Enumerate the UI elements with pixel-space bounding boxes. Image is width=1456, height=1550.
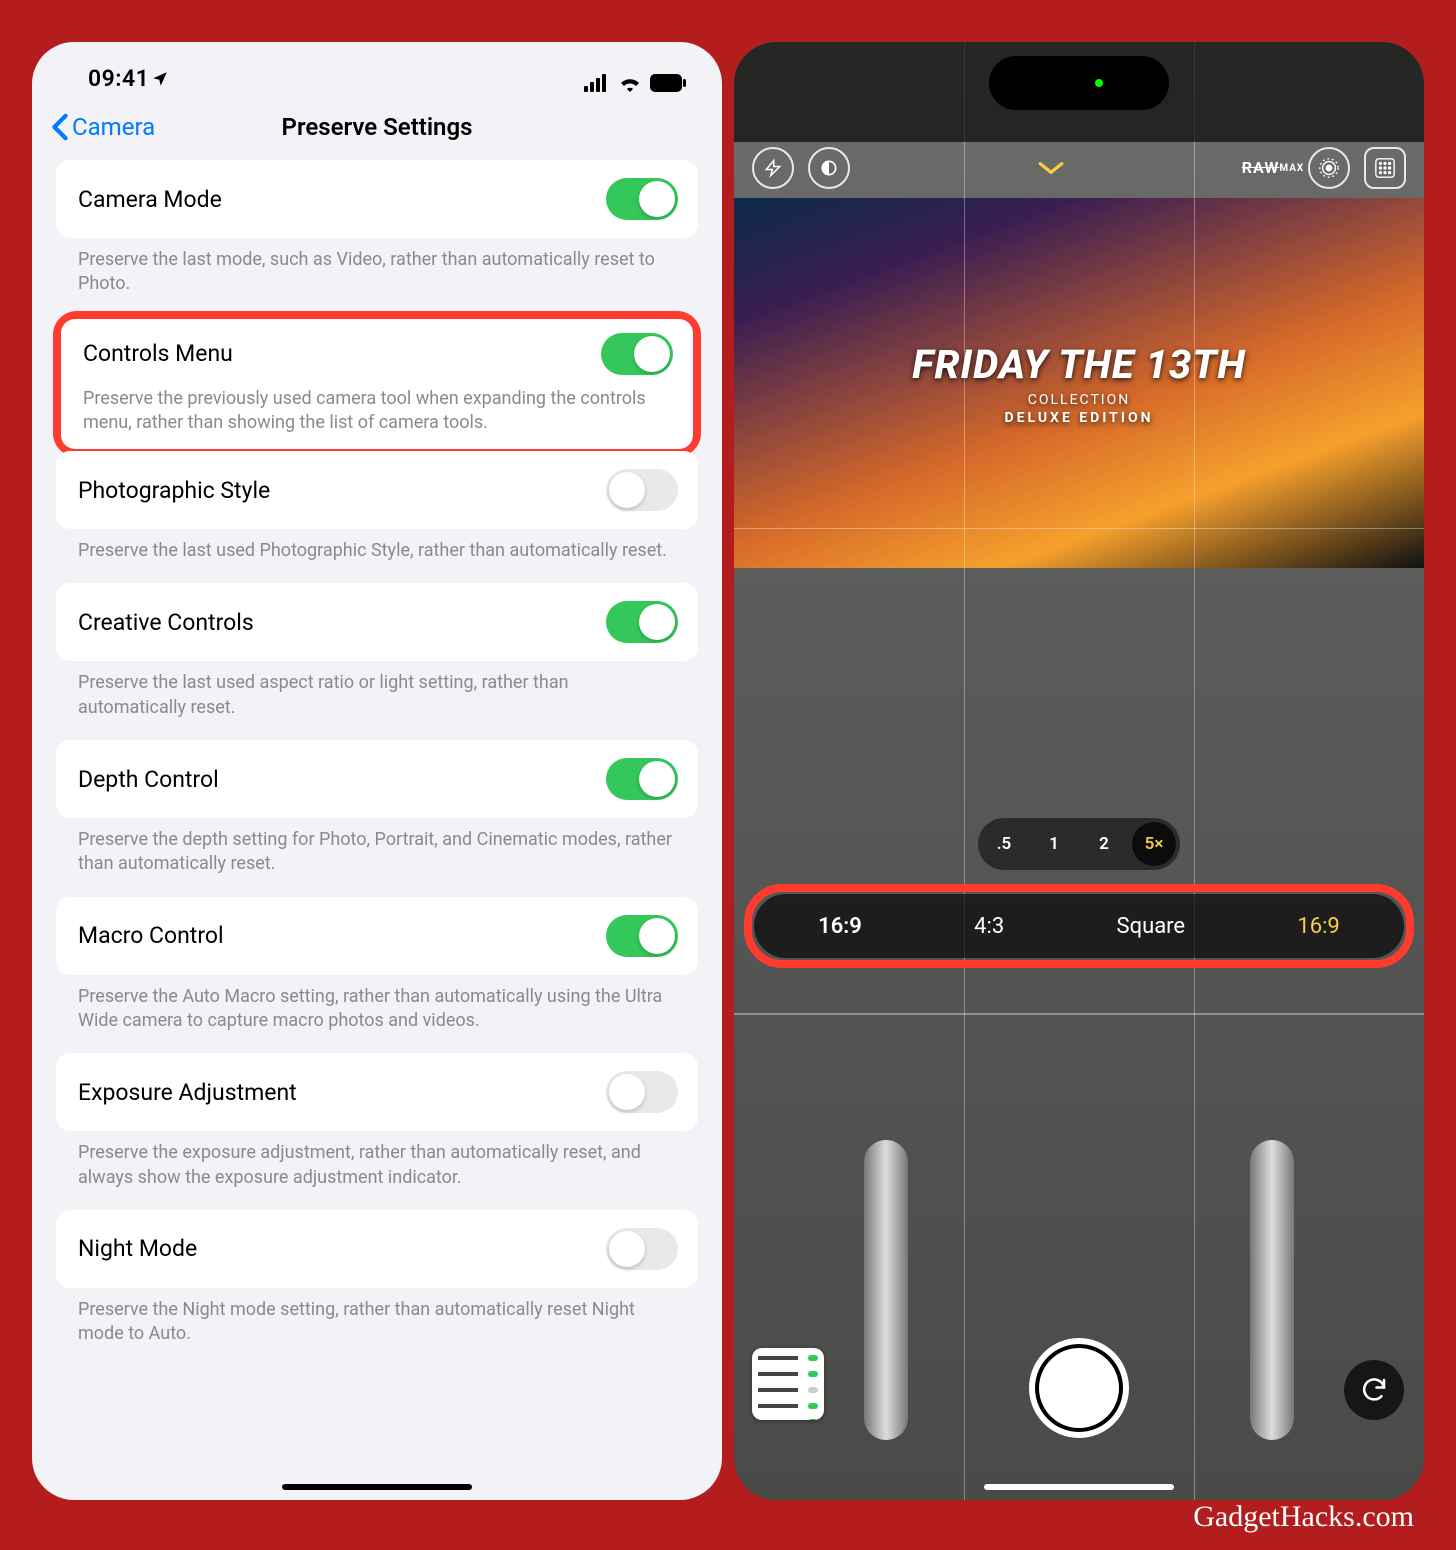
setting-title: Photographic Style (78, 477, 270, 504)
aspect-square[interactable]: Square (1101, 908, 1202, 945)
aspect-4-3[interactable]: 4:3 (958, 908, 1020, 945)
setting-desc: Preserve the Night mode setting, rather … (56, 1288, 698, 1367)
aspect-16-9[interactable]: 16:9 (1281, 908, 1355, 945)
battery-icon (650, 74, 686, 92)
grid-overlay (734, 42, 1424, 1500)
chevron-down-icon (1038, 160, 1064, 176)
camera-screen: FRIDAY THE 13TH COLLECTION DELUXE EDITIO… (734, 42, 1424, 1500)
setting-desc: Preserve the last used Photographic Styl… (56, 529, 698, 583)
last-photo-thumbnail[interactable] (752, 1348, 824, 1420)
toggle-night_mode[interactable] (606, 1228, 678, 1270)
setting-title: Macro Control (78, 922, 224, 949)
home-indicator[interactable] (984, 1484, 1174, 1490)
aspect-highlight: 16:9 4:3 Square 16:9 (744, 884, 1414, 968)
viewfinder[interactable]: FRIDAY THE 13TH COLLECTION DELUXE EDITIO… (734, 42, 1424, 1500)
home-indicator[interactable] (282, 1484, 472, 1490)
setting-desc: Preserve the Auto Macro setting, rather … (56, 975, 698, 1054)
watermark: GadgetHacks.com (1193, 1500, 1414, 1534)
nav-bar: Camera Preserve Settings (32, 94, 722, 160)
setting-title: Exposure Adjustment (78, 1079, 297, 1106)
setting-title: Creative Controls (78, 609, 254, 636)
status-bar: 09:41 (32, 42, 722, 94)
night-mode-button[interactable] (808, 147, 850, 189)
aspect-current: 16:9 (802, 908, 878, 945)
setting-desc: Preserve the last used aspect ratio or l… (56, 661, 698, 740)
settings-list[interactable]: Camera Mode Preserve the last mode, such … (32, 160, 722, 1366)
back-label: Camera (72, 113, 155, 141)
camera-flip-button[interactable] (1344, 1360, 1404, 1420)
zoom-1[interactable]: 1 (1032, 822, 1076, 866)
setting-title: Depth Control (78, 766, 219, 793)
flip-icon (1359, 1375, 1389, 1405)
setting-row-exposure_adjustment: Exposure Adjustment (56, 1053, 698, 1131)
styles-icon (1374, 157, 1396, 179)
toggle-depth_control[interactable] (606, 758, 678, 800)
shutter-button[interactable] (1029, 1338, 1129, 1438)
camera-top-controls: RAW MAX (734, 138, 1424, 198)
status-time: 09:41 (88, 65, 149, 92)
zoom-.5[interactable]: .5 (982, 822, 1026, 866)
setting-row-depth_control: Depth Control (56, 740, 698, 818)
setting-desc: Preserve the last mode, such as Video, r… (56, 238, 698, 317)
back-button[interactable]: Camera (50, 113, 155, 141)
toggle-photographic_style[interactable] (606, 469, 678, 511)
setting-row-controls_menu: Controls Menu Preserve the previously use… (53, 311, 701, 458)
page-title: Preserve Settings (282, 113, 473, 141)
toggle-controls_menu[interactable] (601, 333, 673, 375)
toggle-macro_control[interactable] (606, 915, 678, 957)
setting-title: Camera Mode (78, 186, 222, 213)
aspect-ratio-bar[interactable]: 16:9 4:3 Square 16:9 (754, 894, 1404, 958)
toggle-camera_mode[interactable] (606, 178, 678, 220)
flash-button[interactable] (752, 147, 794, 189)
zoom-5×[interactable]: 5× (1132, 822, 1176, 866)
setting-desc: Preserve the previously used camera tool… (83, 375, 673, 436)
wifi-icon (618, 74, 642, 92)
flash-icon (764, 157, 782, 179)
setting-row-night_mode: Night Mode (56, 1210, 698, 1288)
live-photo-icon (1318, 157, 1340, 179)
setting-desc: Preserve the exposure adjustment, rather… (56, 1131, 698, 1210)
setting-title: Night Mode (78, 1235, 197, 1262)
setting-row-photographic_style: Photographic Style (56, 451, 698, 529)
live-photo-button[interactable] (1308, 147, 1350, 189)
controls-expand-button[interactable] (1030, 147, 1072, 189)
location-icon (151, 70, 169, 88)
zoom-2[interactable]: 2 (1082, 822, 1126, 866)
zoom-bar[interactable]: .5125× (978, 818, 1180, 870)
setting-row-macro_control: Macro Control (56, 897, 698, 975)
setting-desc: Preserve the depth setting for Photo, Po… (56, 818, 698, 897)
cellular-icon (584, 74, 610, 92)
settings-screen: 09:41 Camera Preserve Settings Camera Mo… (32, 42, 722, 1500)
setting-row-camera_mode: Camera Mode (56, 160, 698, 238)
photographic-styles-button[interactable] (1364, 147, 1406, 189)
setting-row-creative_controls: Creative Controls (56, 583, 698, 661)
chevron-left-icon (50, 113, 70, 141)
toggle-creative_controls[interactable] (606, 601, 678, 643)
setting-title: Controls Menu (83, 340, 233, 367)
night-mode-icon (819, 158, 839, 178)
toggle-exposure_adjustment[interactable] (606, 1071, 678, 1113)
dynamic-island (989, 56, 1169, 110)
raw-button[interactable]: RAW MAX (1252, 147, 1294, 189)
